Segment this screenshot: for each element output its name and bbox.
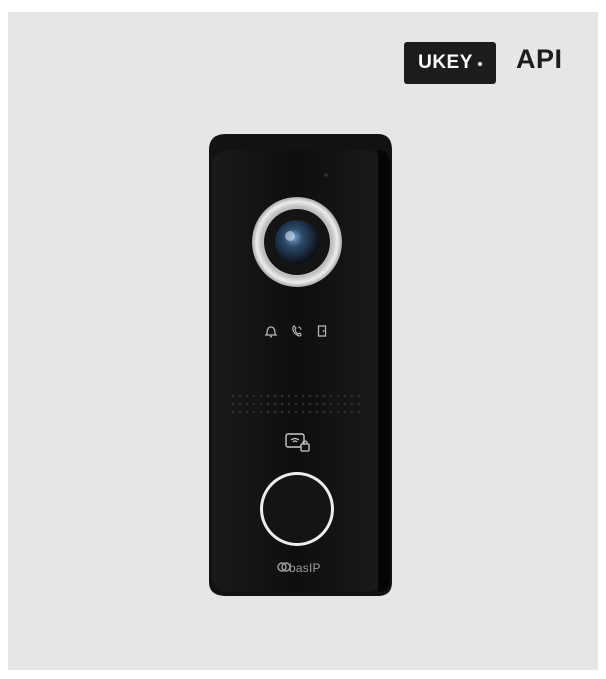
- intercom-drawing: [209, 134, 392, 596]
- panel-side: [378, 150, 390, 592]
- intercom-panel: basIP: [0, 0, 606, 679]
- brand-label: basIP: [289, 561, 321, 575]
- brand-label-wrap: basIP: [272, 561, 321, 575]
- camera-lens-icon: [275, 220, 319, 264]
- call-button: [263, 475, 331, 543]
